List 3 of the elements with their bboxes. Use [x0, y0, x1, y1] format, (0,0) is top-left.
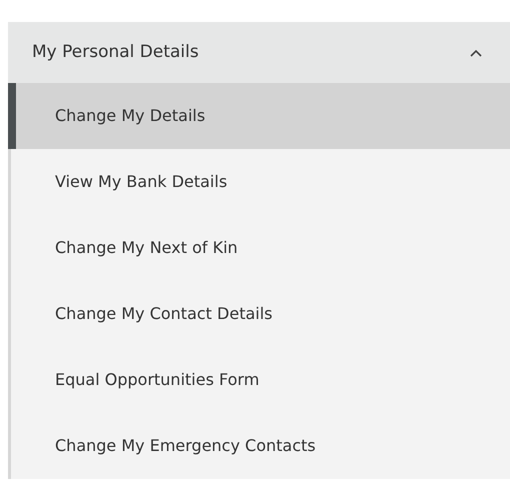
section-header[interactable]: My Personal Details — [8, 22, 510, 83]
menu-item[interactable]: Change My Details — [8, 83, 510, 149]
chevron-icon — [470, 48, 482, 56]
